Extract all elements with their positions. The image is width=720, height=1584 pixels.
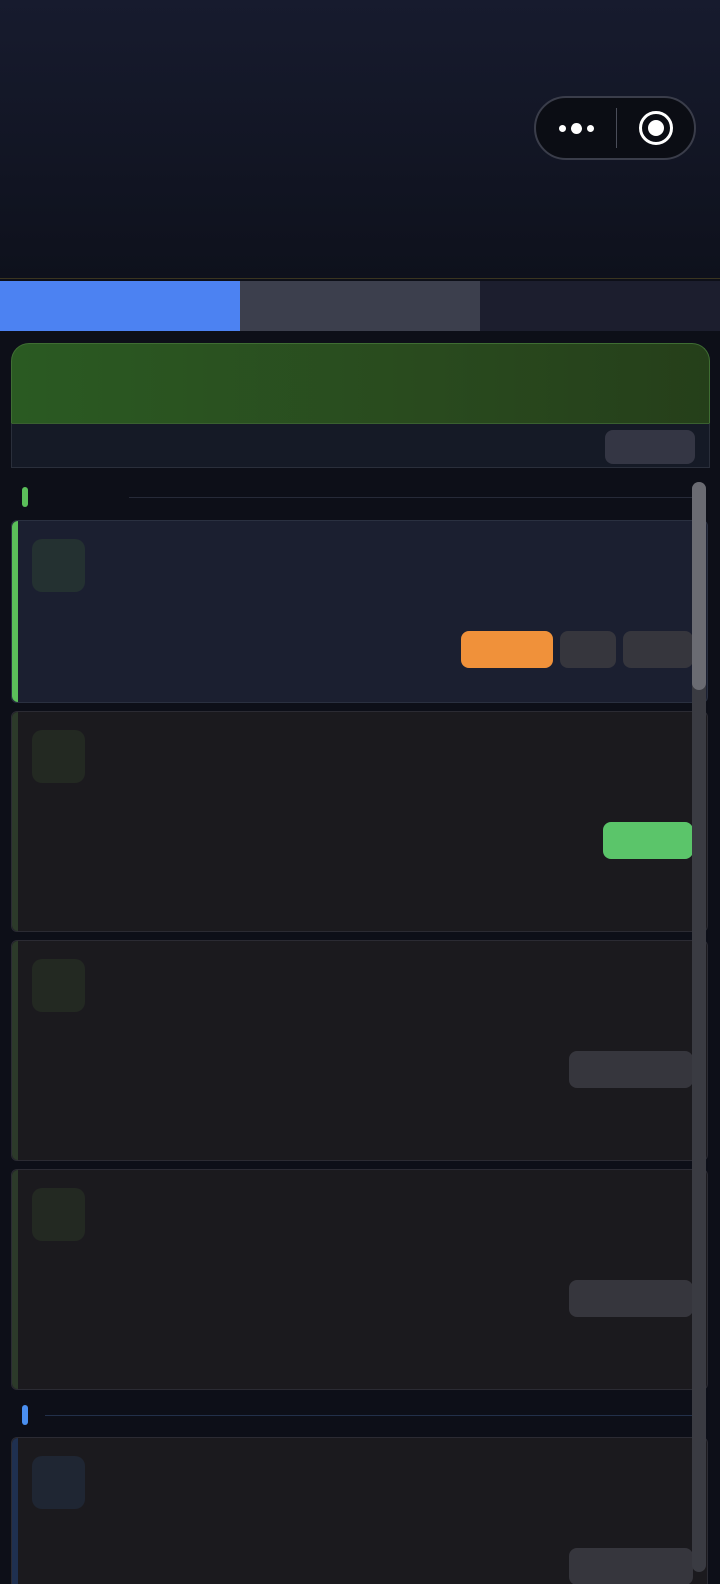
section-divider: [129, 497, 699, 498]
scrollbar-thumb[interactable]: [692, 482, 706, 690]
more-dots-icon[interactable]: [536, 98, 616, 158]
primary-action-button[interactable]: [603, 822, 693, 859]
summary-banner: [11, 343, 710, 468]
item-actions: [461, 631, 693, 668]
list-item[interactable]: [11, 1437, 708, 1584]
item-icon: [32, 1188, 85, 1241]
item-actions: [569, 1548, 693, 1584]
list-item[interactable]: [11, 711, 708, 932]
app-page: [0, 0, 720, 1584]
tab-2[interactable]: [240, 281, 480, 331]
banner-footer: [11, 423, 710, 468]
item-actions: [569, 1051, 693, 1088]
card-accent: [12, 1170, 18, 1389]
item-actions: [603, 822, 693, 859]
item-icon: [32, 539, 85, 592]
action-button[interactable]: [569, 1548, 693, 1584]
primary-action-button[interactable]: [461, 631, 553, 668]
scrollbar[interactable]: [692, 482, 706, 1572]
list-item[interactable]: [11, 520, 708, 703]
banner-header: [11, 343, 710, 423]
item-icon: [32, 1456, 85, 1509]
card-accent: [12, 941, 18, 1160]
tab-1[interactable]: [0, 281, 240, 331]
card-accent: [12, 1438, 18, 1584]
tab-bar: [0, 281, 720, 331]
action-button[interactable]: [569, 1051, 693, 1088]
card-accent: [12, 712, 18, 931]
card-accent: [12, 521, 18, 702]
target-circle-icon[interactable]: [617, 111, 694, 145]
item-icon: [32, 959, 85, 1012]
header: [0, 0, 720, 279]
section-marker: [22, 487, 28, 507]
section-header-1: [11, 485, 699, 509]
section-header-2: [11, 1403, 699, 1427]
tertiary-action-button[interactable]: [623, 631, 693, 668]
item-icon: [32, 730, 85, 783]
mini-program-capsule: [534, 96, 696, 160]
list-item[interactable]: [11, 940, 708, 1161]
banner-button[interactable]: [605, 430, 695, 464]
list-item[interactable]: [11, 1169, 708, 1390]
section-divider: [45, 1415, 699, 1416]
section-marker: [22, 1405, 28, 1425]
item-actions: [569, 1280, 693, 1317]
tab-3[interactable]: [480, 281, 720, 331]
action-button[interactable]: [569, 1280, 693, 1317]
secondary-action-button[interactable]: [560, 631, 616, 668]
